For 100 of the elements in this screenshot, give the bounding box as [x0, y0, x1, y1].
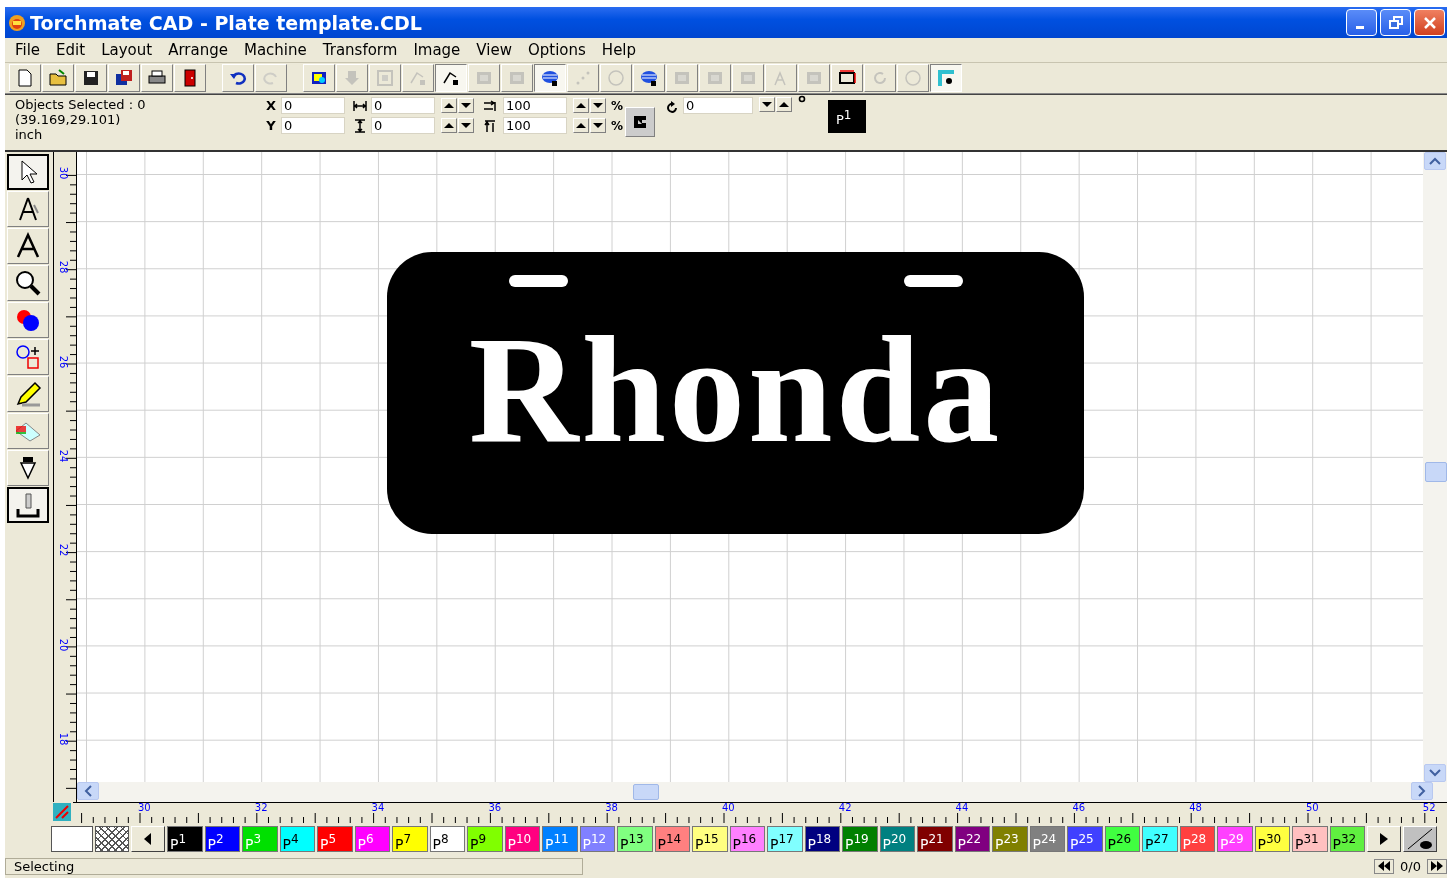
menu-item[interactable]: Layout — [93, 41, 161, 59]
pen-swatch[interactable]: P$^{26}$ — [1104, 826, 1140, 852]
pen-swatch[interactable]: P$^{24}$ — [1029, 826, 1065, 852]
last-page-button[interactable] — [1427, 858, 1447, 874]
close-button[interactable] — [1414, 9, 1445, 36]
pen-swatch[interactable]: P$^{16}$ — [729, 826, 765, 852]
pen-tool-button[interactable] — [1403, 826, 1437, 852]
angle-field[interactable]: 0 — [683, 97, 753, 114]
pen-swatch[interactable]: P$^{8}$ — [429, 826, 465, 852]
menu-item[interactable]: View — [468, 41, 520, 59]
menu-item[interactable]: Edit — [48, 41, 94, 59]
letter-tool[interactable] — [7, 228, 49, 264]
width-field[interactable]: 0 — [371, 97, 435, 114]
menu-item[interactable]: Machine — [235, 41, 315, 59]
menu-item[interactable]: Image — [405, 41, 469, 59]
pencil-tool[interactable] — [7, 376, 49, 412]
scroll-down-button[interactable] — [1424, 764, 1446, 782]
palette-left-button[interactable] — [131, 826, 165, 852]
torch-tool[interactable] — [7, 487, 49, 523]
spin-down-button[interactable] — [590, 118, 606, 133]
pen-swatch[interactable]: P$^{22}$ — [954, 826, 990, 852]
printer-button[interactable] — [141, 64, 173, 92]
pen-swatch[interactable]: P$^{21}$ — [917, 826, 953, 852]
ruler-label: 46 — [1072, 803, 1086, 813]
spin-down-button[interactable] — [759, 97, 775, 112]
pen-swatch[interactable]: P$^{32}$ — [1329, 826, 1365, 852]
no-fill-swatch[interactable] — [51, 826, 93, 852]
pen-swatch[interactable]: P$^{10}$ — [504, 826, 540, 852]
pen-swatch[interactable]: P$^{14}$ — [654, 826, 690, 852]
pen-swatch[interactable]: P$^{18}$ — [804, 826, 840, 852]
pen-swatch[interactable]: P$^{20}$ — [879, 826, 915, 852]
stripes-button[interactable] — [534, 64, 566, 92]
pen-swatch[interactable]: P$^{25}$ — [1067, 826, 1103, 852]
door-button[interactable] — [174, 64, 206, 92]
palette-right-button[interactable] — [1367, 826, 1401, 852]
shapes-tool[interactable] — [7, 339, 49, 375]
pen-swatch[interactable]: P$^{11}$ — [542, 826, 578, 852]
pen-swatch[interactable]: P$^{15}$ — [692, 826, 728, 852]
spin-up-button[interactable] — [441, 118, 457, 133]
y-field[interactable]: 0 — [281, 117, 345, 134]
spin-up-button[interactable] — [573, 98, 589, 113]
first-page-button[interactable] — [1374, 858, 1395, 874]
rect-button[interactable] — [831, 64, 863, 92]
pen-swatch[interactable]: P$^{2}$ — [204, 826, 240, 852]
menu-item[interactable]: Arrange — [160, 41, 236, 59]
pen-swatch[interactable]: P$^{31}$ — [1292, 826, 1328, 852]
mounting-slot — [509, 275, 568, 287]
spin-up-button[interactable] — [441, 98, 457, 113]
spin-down-button[interactable] — [458, 118, 474, 133]
folder-button[interactable] — [42, 64, 74, 92]
spin-down-button[interactable] — [590, 98, 606, 113]
pen-swatch[interactable]: P$^{27}$ — [1142, 826, 1178, 852]
pen-swatch[interactable]: P$^{23}$ — [992, 826, 1028, 852]
vertical-scrollbar[interactable] — [1423, 152, 1447, 782]
menu-item[interactable]: Transform — [314, 41, 406, 59]
pen-nib-tool[interactable] — [7, 450, 49, 486]
menu-item[interactable]: Options — [519, 41, 594, 59]
scale-y-field[interactable]: 100 — [503, 117, 567, 134]
floppies-button[interactable] — [108, 64, 140, 92]
minimize-button[interactable] — [1346, 9, 1377, 36]
torch-icon — [14, 491, 42, 519]
restore-button[interactable] — [1380, 9, 1411, 36]
x-field[interactable]: 0 — [281, 97, 345, 114]
pen-swatch[interactable]: P$^{30}$ — [1254, 826, 1290, 852]
menu-item[interactable]: File — [7, 41, 49, 59]
ruler-button[interactable] — [930, 64, 962, 92]
scale-x-field[interactable]: 100 — [503, 97, 567, 114]
pen-swatch[interactable]: P$^{9}$ — [467, 826, 503, 852]
pen-swatch[interactable]: P$^{17}$ — [767, 826, 803, 852]
height-icon — [353, 118, 367, 133]
scroll-thumb[interactable] — [1425, 462, 1447, 482]
pen-swatch[interactable]: P$^{5}$ — [317, 826, 353, 852]
scroll-left-button[interactable] — [77, 782, 99, 800]
hatch-swatch[interactable] — [95, 826, 129, 852]
spin-up-button[interactable] — [776, 97, 792, 112]
node-edit-button[interactable] — [435, 64, 467, 92]
scroll-up-button[interactable] — [1424, 152, 1446, 170]
horizontal-scrollbar[interactable] — [77, 782, 1447, 802]
scroll-thumb[interactable] — [633, 784, 659, 800]
spin-down-button[interactable] — [458, 98, 474, 113]
pen-swatch[interactable]: P$^{19}$ — [842, 826, 878, 852]
circles-tool[interactable] — [7, 302, 49, 338]
page-button[interactable] — [9, 64, 41, 92]
spin-up-button[interactable] — [573, 118, 589, 133]
pen-swatch[interactable]: P$^{4}$ — [279, 826, 315, 852]
pointer-tool[interactable] — [7, 154, 49, 190]
drawing-canvas[interactable]: Rhonda — [77, 152, 1423, 782]
scroll-right-button[interactable] — [1411, 782, 1433, 800]
pen-swatch[interactable]: P$^{1}$ — [167, 826, 203, 852]
line-dot-icon — [1406, 827, 1434, 851]
height-field[interactable]: 0 — [371, 117, 435, 134]
floppy-button[interactable] — [75, 64, 107, 92]
proportion-lock-button[interactable] — [625, 107, 655, 137]
pen-swatch[interactable]: P$^{13}$ — [617, 826, 653, 852]
pen-swatch[interactable]: P$^{7}$ — [392, 826, 428, 852]
magnifier-tool[interactable] — [7, 265, 49, 301]
width-icon — [353, 98, 367, 113]
undo-button[interactable] — [222, 64, 254, 92]
menu-item[interactable]: Help — [593, 41, 645, 59]
image-button[interactable] — [303, 64, 335, 92]
